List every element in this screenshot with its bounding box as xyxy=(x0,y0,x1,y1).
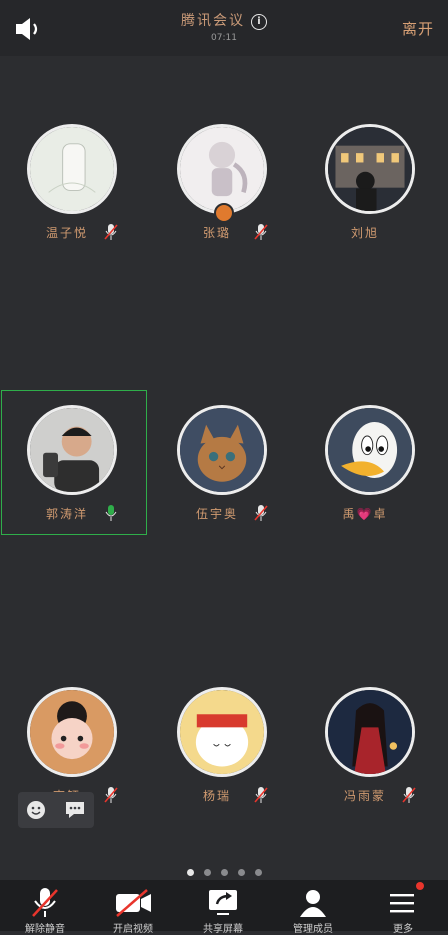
participant-name: 杨瑞 xyxy=(202,789,231,803)
participant-tile[interactable]: 刘旭 xyxy=(298,124,446,270)
participant-tile-active[interactable]: 郭涛洋 xyxy=(0,405,148,551)
page-dot[interactable] xyxy=(237,869,245,876)
notification-dot xyxy=(416,882,424,890)
more-button[interactable]: 更多 xyxy=(358,880,448,935)
participant-name: 冯雨蒙 xyxy=(343,789,386,803)
participant-tile[interactable]: 冯雨蒙 xyxy=(298,687,446,833)
avatar xyxy=(27,405,117,495)
reaction-panel xyxy=(18,792,94,828)
unmute-label: 解除静音 xyxy=(25,924,65,935)
share-screen-button[interactable]: 共享屏幕 xyxy=(178,880,268,935)
mic-off-icon xyxy=(32,888,58,917)
avatar xyxy=(177,687,267,777)
mic-muted-icon xyxy=(254,224,268,240)
top-bar: 腾讯会议 i 07:11 离开 xyxy=(0,0,448,56)
participant-tile[interactable]: 禹💗卓 xyxy=(298,405,446,551)
avatar xyxy=(177,124,267,214)
participant-name: 张璐 xyxy=(202,226,231,240)
participant-name: 禹💗卓 xyxy=(342,507,388,521)
mic-speaking-icon xyxy=(105,505,117,521)
video-off-icon xyxy=(116,889,151,917)
participant-name: 郭涛洋 xyxy=(45,507,88,521)
avatar xyxy=(27,687,117,777)
meeting-timer: 07:11 xyxy=(211,33,237,43)
avatar xyxy=(325,687,415,777)
members-button[interactable]: 管理成员 xyxy=(268,880,358,935)
bottom-toolbar: 解除静音 开启视频 共享屏幕 管理成员 更多 xyxy=(0,880,448,935)
leave-button[interactable]: 离开 xyxy=(402,18,434,39)
page-dot[interactable] xyxy=(220,869,228,876)
meeting-title-area: 腾讯会议 i 07:11 xyxy=(0,10,448,43)
members-label: 管理成员 xyxy=(293,924,333,935)
meeting-title: 腾讯会议 xyxy=(181,13,245,29)
chat-icon[interactable] xyxy=(64,800,86,820)
mic-muted-icon xyxy=(254,505,268,521)
mic-muted-icon xyxy=(402,787,416,803)
share-screen-icon xyxy=(209,890,237,915)
avatar xyxy=(325,405,415,495)
mic-muted-icon xyxy=(104,787,118,803)
unmute-button[interactable]: 解除静音 xyxy=(0,880,90,935)
participant-tile[interactable]: 张璐 xyxy=(150,124,298,270)
more-label: 更多 xyxy=(393,924,413,935)
video-label: 开启视频 xyxy=(113,924,153,935)
avatar xyxy=(325,124,415,214)
participant-tile[interactable]: 伍宇奥 xyxy=(150,405,298,551)
participant-tile[interactable]: 温子悦 xyxy=(0,124,148,270)
host-badge-icon xyxy=(214,203,234,223)
participant-name: 刘旭 xyxy=(350,226,379,240)
page-dot[interactable] xyxy=(254,869,262,876)
page-dot[interactable] xyxy=(203,869,211,876)
mic-muted-icon xyxy=(254,787,268,803)
avatar xyxy=(177,405,267,495)
info-icon[interactable]: i xyxy=(251,14,267,30)
share-screen-label: 共享屏幕 xyxy=(203,924,243,935)
emoji-icon[interactable] xyxy=(26,800,46,820)
participant-tile[interactable]: 杨瑞 xyxy=(150,687,298,833)
mic-muted-icon xyxy=(104,224,118,240)
participant-name: 伍宇奥 xyxy=(195,507,238,521)
members-icon xyxy=(300,890,326,917)
avatar xyxy=(27,124,117,214)
video-button[interactable]: 开启视频 xyxy=(88,880,178,935)
more-menu-icon xyxy=(390,894,414,913)
participant-name: 温子悦 xyxy=(45,226,88,240)
page-indicator[interactable] xyxy=(0,861,448,880)
page-dot-active[interactable] xyxy=(186,869,194,876)
